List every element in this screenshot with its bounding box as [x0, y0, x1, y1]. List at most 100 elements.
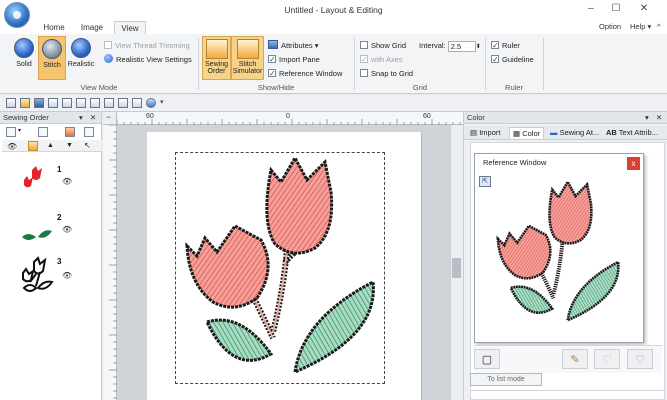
- sequence-number: 3: [57, 257, 62, 266]
- view-thread-trimming-checkbox[interactable]: View Thread Trimming: [104, 39, 190, 52]
- tab-import-label: Import: [479, 128, 501, 137]
- text-attributes-icon: AB: [606, 128, 617, 137]
- ruler-label: 0: [286, 113, 290, 120]
- import-icon: ▤: [470, 128, 478, 137]
- option-menu[interactable]: Option: [599, 22, 621, 31]
- tab-sewing-attributes-label: Sewing At...: [559, 128, 600, 137]
- pointer-icon[interactable]: ↖: [84, 141, 91, 150]
- help-icon[interactable]: [146, 98, 156, 108]
- redo-icon[interactable]: [76, 98, 86, 108]
- minimize-button[interactable]: –: [579, 2, 603, 16]
- layout-icon[interactable]: [104, 98, 114, 108]
- with-axes-label: with Axes: [371, 55, 403, 64]
- color-eyedropper-icon[interactable]: ✎: [562, 349, 588, 369]
- ribbon-minimize-icon[interactable]: ^: [657, 22, 661, 31]
- color-pane-header: Color ▾ ✕: [464, 112, 667, 124]
- chevron-down-icon[interactable]: ▾: [18, 127, 21, 134]
- tab-sewing-attributes[interactable]: ▬ Sewing At...: [550, 127, 599, 139]
- print-icon[interactable]: [48, 98, 58, 108]
- spinner-icon[interactable]: ⬍: [476, 44, 481, 50]
- undo-icon[interactable]: [62, 98, 72, 108]
- sewing-order-item[interactable]: [18, 256, 56, 296]
- attributes-label: Attributes: [281, 41, 313, 50]
- guideline-checkbox[interactable]: Guideline: [491, 53, 534, 66]
- sewing-order-item[interactable]: [18, 213, 54, 249]
- show-grid-checkbox[interactable]: Show Grid: [360, 39, 406, 52]
- eye-icon[interactable]: 👁: [7, 142, 17, 151]
- design-icon[interactable]: [132, 98, 142, 108]
- import-pane-checkbox[interactable]: Import Pane: [268, 53, 320, 66]
- preview-icon[interactable]: [118, 98, 128, 108]
- chevron-down-icon: ▾: [647, 22, 652, 31]
- tab-color[interactable]: ▦ Color: [509, 127, 545, 139]
- eye-icon[interactable]: 👁: [62, 271, 72, 280]
- group-icon[interactable]: [38, 127, 48, 137]
- sequence-number: 1: [57, 165, 62, 174]
- tab-image[interactable]: Image: [74, 21, 110, 34]
- tulip-embroidery-design[interactable]: [175, 152, 385, 384]
- with-axes-checkbox[interactable]: with Axes: [360, 53, 403, 66]
- help-menu[interactable]: Help ▾: [630, 22, 651, 31]
- group-separator: [198, 38, 199, 90]
- close-pane-icon[interactable]: ✕: [656, 112, 662, 124]
- ruler-checkbox[interactable]: Ruler: [491, 39, 520, 52]
- color-sort-icon[interactable]: [65, 127, 75, 137]
- pin-icon[interactable]: ▾: [79, 112, 83, 124]
- save-icon[interactable]: [34, 98, 44, 108]
- tab-import[interactable]: ▤ Import: [470, 127, 500, 139]
- reference-window-close-button[interactable]: x: [627, 157, 640, 170]
- tab-view[interactable]: View: [114, 21, 146, 34]
- customize-toolbar-icon[interactable]: ▾: [160, 98, 164, 106]
- checkbox-checked-icon: [360, 53, 368, 66]
- realistic-view-icon: [71, 38, 91, 58]
- reference-design-preview[interactable]: [488, 178, 628, 328]
- reference-window-label: Reference Window: [279, 69, 343, 78]
- group-separator: [543, 38, 544, 90]
- maximize-button[interactable]: ☐: [604, 2, 628, 16]
- help-label: Help: [630, 22, 646, 31]
- solid-button[interactable]: Solid: [10, 36, 38, 80]
- heart-outline-icon[interactable]: ♡: [594, 349, 620, 369]
- close-pane-icon[interactable]: ✕: [90, 112, 96, 124]
- move-up-icon[interactable]: ▲: [47, 142, 54, 149]
- heart-pink-icon[interactable]: ♡: [627, 349, 653, 369]
- realistic-button[interactable]: Realistic: [66, 36, 96, 80]
- snap-to-grid-checkbox[interactable]: Snap to Grid: [360, 67, 413, 80]
- frame-icon[interactable]: [84, 127, 94, 137]
- realistic-label: Realistic: [67, 61, 95, 68]
- stitch-simulator-toggle[interactable]: Stitch Simulator: [231, 36, 264, 80]
- sort-icon[interactable]: [6, 127, 16, 137]
- reference-window-checkbox[interactable]: Reference Window: [268, 67, 342, 80]
- sewing-order-item[interactable]: [18, 164, 54, 200]
- interval-input[interactable]: 2.5: [447, 40, 476, 52]
- stitch-button[interactable]: Stitch: [38, 36, 66, 80]
- ruler-origin-icon[interactable]: ⇔: [105, 114, 112, 121]
- checkbox-icon: [360, 41, 368, 49]
- tab-home[interactable]: Home: [38, 21, 70, 34]
- color-frame-icon[interactable]: ▢: [474, 349, 500, 369]
- reference-window-title: Reference Window: [483, 158, 547, 167]
- eye-icon[interactable]: 👁: [62, 177, 72, 186]
- sewing-order-label-2: Order: [207, 68, 226, 75]
- app-menu-icon[interactable]: [4, 2, 30, 28]
- open-folder-icon[interactable]: [20, 98, 30, 108]
- attributes-dropdown[interactable]: Attributes ▾: [268, 39, 319, 52]
- quick-access-toolbar: [0, 95, 667, 112]
- new-file-icon[interactable]: [6, 98, 16, 108]
- view-icon[interactable]: [90, 98, 100, 108]
- scrollbar-thumb[interactable]: [452, 258, 461, 278]
- tab-text-attributes[interactable]: AB Text Attrib...: [606, 127, 658, 139]
- group-label-grid: Grid: [412, 83, 428, 92]
- import-pane-label: Import Pane: [279, 55, 320, 64]
- eye-icon[interactable]: 👁: [62, 225, 72, 234]
- home-icon[interactable]: [28, 141, 38, 151]
- stitch-label: Stitch: [43, 62, 61, 69]
- sewing-order-toggle[interactable]: Sewing Order: [202, 36, 231, 80]
- to-list-mode-button[interactable]: To list mode: [470, 373, 542, 386]
- close-button[interactable]: ✕: [632, 2, 656, 16]
- realistic-view-settings-button[interactable]: Realistic View Settings: [104, 53, 192, 66]
- pin-icon[interactable]: ▾: [645, 112, 649, 124]
- move-down-icon[interactable]: ▼: [66, 142, 73, 149]
- stitch-simulator-label-2: Simulator: [232, 68, 263, 75]
- checkbox-icon: [104, 41, 112, 49]
